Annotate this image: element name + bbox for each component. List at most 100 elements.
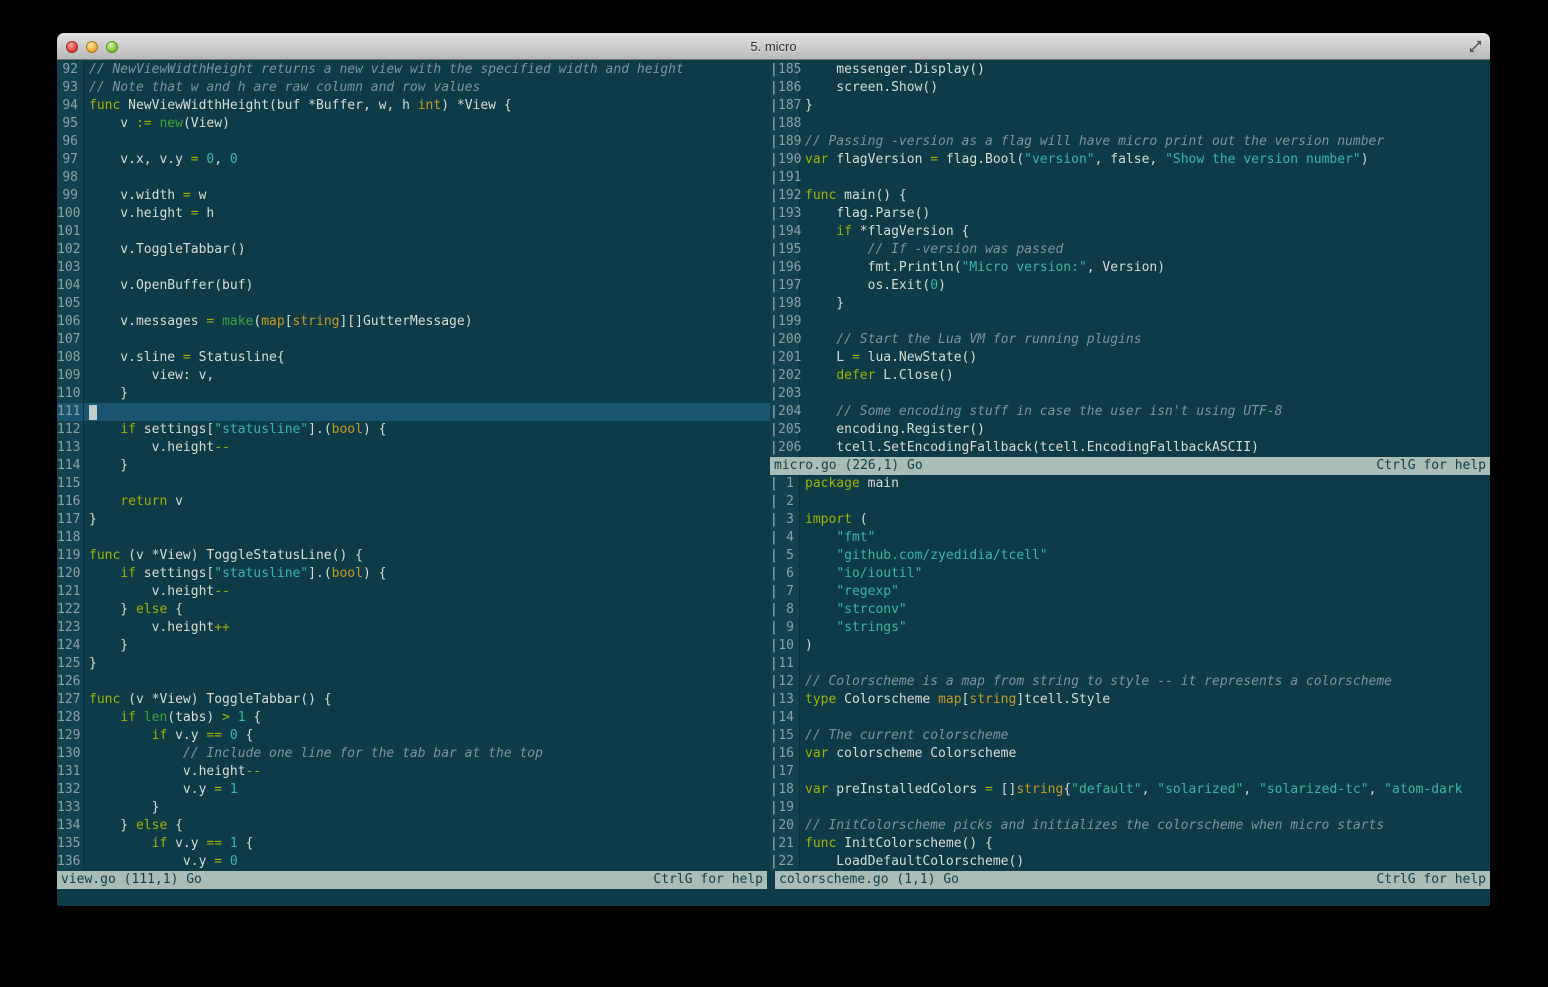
code-line[interactable]: 134 } else { — [57, 817, 770, 835]
code-line[interactable]: | 186 screen.Show() — [770, 79, 1490, 97]
code-line[interactable]: 92 // NewViewWidthHeight returns a new vi… — [57, 61, 770, 79]
code-line[interactable]: | 200 // Start the Lua VM for running plu… — [770, 331, 1490, 349]
code-line[interactable]: 114 } — [57, 457, 770, 475]
code-line[interactable]: 117} — [57, 511, 770, 529]
code-line[interactable]: 136 v.y = 0 — [57, 853, 770, 871]
code-line[interactable]: | 14 — [770, 709, 1490, 727]
code-line[interactable]: | 198 } — [770, 295, 1490, 313]
code-line[interactable]: | 10) — [770, 637, 1490, 655]
code-line[interactable]: | 196 fmt.Println("Micro version:", Versi… — [770, 259, 1490, 277]
code-line[interactable]: | 2 — [770, 493, 1490, 511]
code-line[interactable]: 96 — [57, 133, 770, 151]
code-line[interactable]: | 4 "fmt" — [770, 529, 1490, 547]
code-line[interactable]: | 22 LoadDefaultColorscheme() — [770, 853, 1490, 871]
close-button[interactable] — [66, 41, 78, 53]
code-line[interactable]: | 204 // Some encoding stuff in case the … — [770, 403, 1490, 421]
code-text: "strings" — [800, 619, 1490, 637]
code-line[interactable]: 97 v.x, v.y = 0, 0 — [57, 151, 770, 169]
code-line[interactable]: 128 if len(tabs) > 1 { — [57, 709, 770, 727]
code-line[interactable]: | 189// Passing -version as a flag will h… — [770, 133, 1490, 151]
code-line[interactable]: | 202 defer L.Close() — [770, 367, 1490, 385]
code-line[interactable]: | 12 // Colorscheme is a map from string t… — [770, 673, 1490, 691]
code-line[interactable]: | 188 — [770, 115, 1490, 133]
fullscreen-icon[interactable] — [1468, 39, 1483, 54]
code-line[interactable]: | 18 var preInstalledColors = []string{"de… — [770, 781, 1490, 799]
code-line[interactable]: 115 — [57, 475, 770, 493]
code-line[interactable]: | 203 — [770, 385, 1490, 403]
code-line[interactable]: | 6 "io/ioutil" — [770, 565, 1490, 583]
code-line[interactable]: 94 func NewViewWidthHeight(buf *Buffer, w… — [57, 97, 770, 115]
code-line[interactable]: | 201 L = lua.NewState() — [770, 349, 1490, 367]
code-line[interactable]: 102 v.ToggleTabbar() — [57, 241, 770, 259]
minimize-button[interactable] — [86, 41, 98, 53]
code-line[interactable]: | 16 var colorscheme Colorscheme — [770, 745, 1490, 763]
code-token: v.height — [89, 764, 246, 779]
code-line[interactable]: 124 } — [57, 637, 770, 655]
code-line[interactable]: | 192 func main() { — [770, 187, 1490, 205]
code-line[interactable]: 125} — [57, 655, 770, 673]
command-line[interactable] — [57, 889, 1490, 906]
code-line[interactable]: 126 — [57, 673, 770, 691]
pane-colorscheme-go[interactable]: | 1 package main | 2 | 3 import (| 4 "fmt" | 5 "gi… — [770, 475, 1490, 871]
code-line[interactable]: 132 v.y = 1 — [57, 781, 770, 799]
code-line[interactable]: 113 v.height-- — [57, 439, 770, 457]
code-line[interactable]: | 195 // If -version was passed — [770, 241, 1490, 259]
code-line[interactable]: 105 — [57, 295, 770, 313]
code-line[interactable]: | 1 package main — [770, 475, 1490, 493]
code-line[interactable]: | 199 — [770, 313, 1490, 331]
code-line[interactable]: 135 if v.y == 1 { — [57, 835, 770, 853]
code-line[interactable]: | 187} — [770, 97, 1490, 115]
code-line[interactable]: 100 v.height = h — [57, 205, 770, 223]
code-line[interactable]: | 17 — [770, 763, 1490, 781]
titlebar[interactable]: 5. micro — [57, 33, 1490, 60]
code-line[interactable]: 130 // Include one line for the tab bar … — [57, 745, 770, 763]
code-line[interactable]: 98 — [57, 169, 770, 187]
code-line[interactable]: 121 v.height-- — [57, 583, 770, 601]
code-line[interactable]: 108 v.sline = Statusline{ — [57, 349, 770, 367]
code-line[interactable]: | 19 — [770, 799, 1490, 817]
code-line[interactable]: 101 — [57, 223, 770, 241]
code-line[interactable]: 133 } — [57, 799, 770, 817]
code-line[interactable]: | 205 encoding.Register() — [770, 421, 1490, 439]
code-line[interactable]: | 5 "github.com/zyedidia/tcell" — [770, 547, 1490, 565]
code-line[interactable]: 119 func (v *View) ToggleStatusLine() { — [57, 547, 770, 565]
pane-micro-go[interactable]: | 185 messenger.Display() | 186 screen.Show… — [770, 61, 1490, 457]
code-line[interactable]: 120 if settings["statusline"].(bool) { — [57, 565, 770, 583]
code-line[interactable]: 123 v.height++ — [57, 619, 770, 637]
code-line[interactable]: | 8 "strconv" — [770, 601, 1490, 619]
code-line[interactable]: 106 v.messages = make(map[string][]Gutte… — [57, 313, 770, 331]
code-line[interactable]: 103 — [57, 259, 770, 277]
code-line[interactable]: | 11 — [770, 655, 1490, 673]
code-line[interactable]: 107 — [57, 331, 770, 349]
code-line[interactable]: | 206 tcell.SetEncodingFallback(tcell.Enc… — [770, 439, 1490, 457]
code-line[interactable]: 131 v.height-- — [57, 763, 770, 781]
code-line[interactable]: 127 func (v *View) ToggleTabbar() { — [57, 691, 770, 709]
code-line[interactable]: | 15 // The current colorscheme — [770, 727, 1490, 745]
code-line[interactable]: 109 view: v, — [57, 367, 770, 385]
code-line[interactable]: 110 } — [57, 385, 770, 403]
code-line[interactable]: 99 v.width = w — [57, 187, 770, 205]
code-line[interactable]: 112 if settings["statusline"].(bool) { — [57, 421, 770, 439]
code-line[interactable]: | 190 var flagVersion = flag.Bool("version… — [770, 151, 1490, 169]
code-line[interactable]: 118 — [57, 529, 770, 547]
code-line[interactable]: | 197 os.Exit(0) — [770, 277, 1490, 295]
code-line[interactable]: | 13 type Colorscheme map[string]tcell.Sty… — [770, 691, 1490, 709]
code-line[interactable]: | 185 messenger.Display() — [770, 61, 1490, 79]
code-line[interactable]: 93 // Note that w and h are raw column an… — [57, 79, 770, 97]
code-line[interactable]: 129 if v.y == 0 { — [57, 727, 770, 745]
code-line[interactable]: 95 v := new(View) — [57, 115, 770, 133]
code-line[interactable]: | 21 func InitColorscheme() { — [770, 835, 1490, 853]
code-line[interactable]: | 191 — [770, 169, 1490, 187]
code-line[interactable]: | 3 import ( — [770, 511, 1490, 529]
code-line[interactable]: 111 — [57, 403, 770, 421]
pane-view-go[interactable]: 92 // NewViewWidthHeight returns a new vi… — [57, 61, 770, 871]
code-line[interactable]: | 9 "strings" — [770, 619, 1490, 637]
code-line[interactable]: | 7 "regexp" — [770, 583, 1490, 601]
code-line[interactable]: | 193 flag.Parse() — [770, 205, 1490, 223]
code-line[interactable]: | 20 // InitColorscheme picks and initiali… — [770, 817, 1490, 835]
code-line[interactable]: 104 v.OpenBuffer(buf) — [57, 277, 770, 295]
zoom-button[interactable] — [106, 41, 118, 53]
code-line[interactable]: 116 return v — [57, 493, 770, 511]
code-line[interactable]: | 194 if *flagVersion { — [770, 223, 1490, 241]
code-line[interactable]: 122 } else { — [57, 601, 770, 619]
